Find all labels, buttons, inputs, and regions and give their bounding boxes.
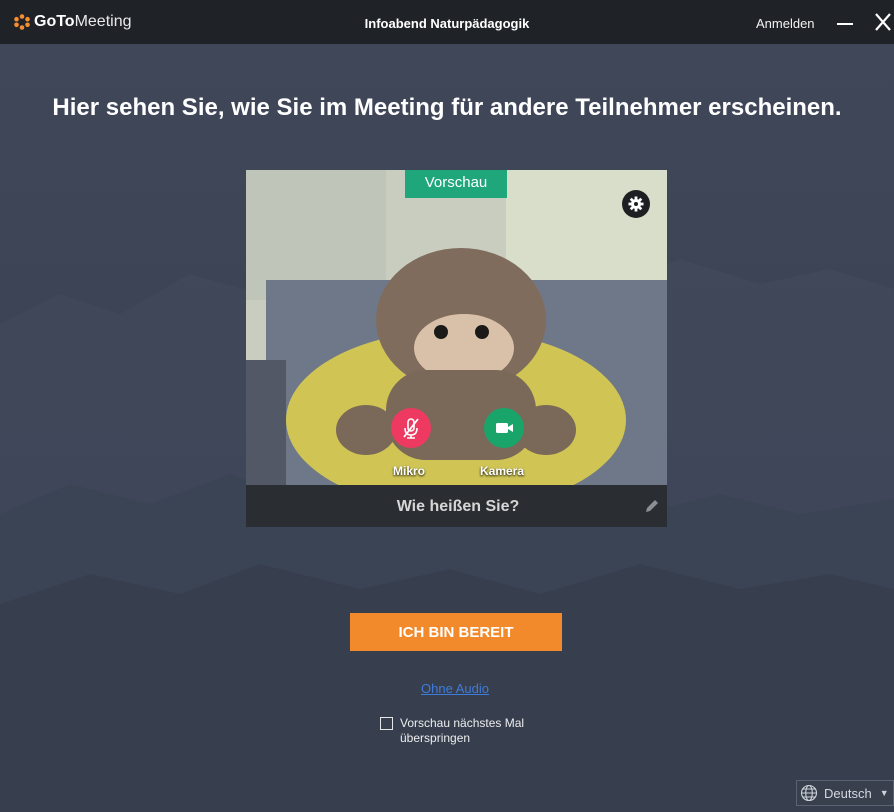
preview-badge: Vorschau xyxy=(405,170,507,198)
skip-preview-checkbox[interactable] xyxy=(380,717,393,730)
language-label: Deutsch xyxy=(824,785,872,801)
microphone-toggle[interactable] xyxy=(391,408,431,448)
video-preview: Vorschau Mikro Kamera Wie heißen Sie? xyxy=(246,170,667,527)
title-bar: GoToMeeting Infoabend Naturpädagogik Anm… xyxy=(0,0,894,44)
name-input[interactable] xyxy=(286,495,630,519)
language-select[interactable]: Deutsch ▼ xyxy=(796,780,894,806)
close-button[interactable] xyxy=(872,10,894,34)
globe-icon xyxy=(800,784,818,802)
chevron-down-icon: ▼ xyxy=(879,788,889,798)
ready-button[interactable]: ICH BIN BEREIT xyxy=(350,613,562,651)
skip-preview-label: Vorschau nächstes Mal überspringen xyxy=(400,716,525,745)
camera-icon xyxy=(496,423,513,433)
mic-muted-icon xyxy=(403,418,419,439)
minimize-button[interactable] xyxy=(834,12,858,32)
camera-label: Kamera xyxy=(480,464,525,478)
settings-button[interactable] xyxy=(622,190,650,218)
close-icon xyxy=(875,13,891,31)
name-bar xyxy=(246,485,667,527)
skip-preview-option: Vorschau nächstes Mal überspringen xyxy=(380,716,550,746)
camera-feed xyxy=(246,170,667,485)
pencil-icon[interactable] xyxy=(644,498,660,514)
main-area: Hier sehen Sie, wie Sie im Meeting für a… xyxy=(0,44,894,812)
page-headline: Hier sehen Sie, wie Sie im Meeting für a… xyxy=(52,94,842,121)
signin-link[interactable]: Anmelden xyxy=(756,16,815,31)
mic-label: Mikro xyxy=(393,464,426,478)
no-audio-link[interactable]: Ohne Audio xyxy=(0,681,894,696)
gear-icon xyxy=(628,196,644,212)
camera-toggle[interactable] xyxy=(484,408,524,448)
